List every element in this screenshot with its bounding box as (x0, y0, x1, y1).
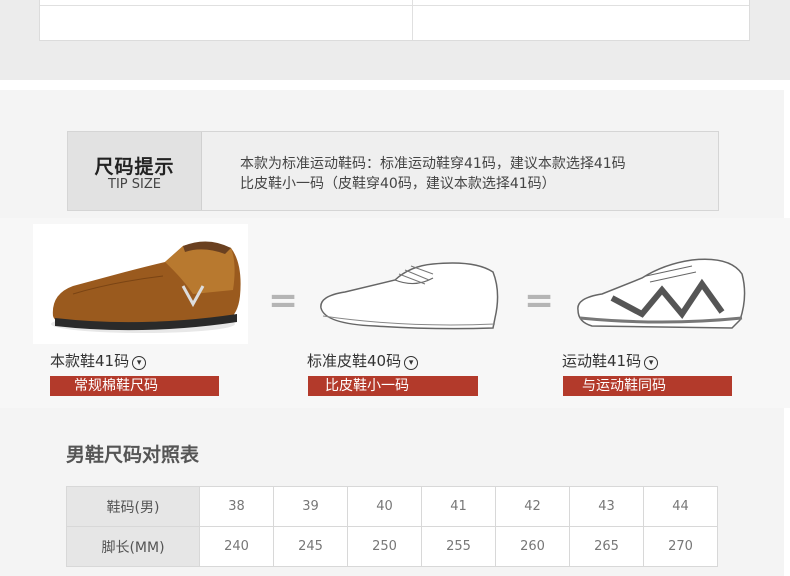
size-cell: 42 (495, 486, 570, 527)
size-chart-title: 男鞋尺码对照表 (66, 444, 200, 466)
size-tag-1: 常规棉鞋尺码 (50, 376, 219, 396)
row-label-size: 鞋码(男) (66, 486, 200, 527)
length-cell: 260 (495, 526, 570, 567)
table-row: 脚长(MM) 240 245 250 255 260 265 270 (66, 526, 718, 567)
size-tag-2: 比皮鞋小一码 (308, 376, 478, 396)
size-cell: 39 (273, 486, 348, 527)
size-cell: 44 (643, 486, 718, 527)
size-tag-3: 与运动鞋同码 (563, 376, 732, 396)
caption-text-2: 标准皮鞋40码 (307, 352, 402, 370)
equals-sign: = (268, 280, 299, 321)
size-cell: 40 (347, 486, 422, 527)
chevron-down-circle-icon: ▾ (404, 356, 419, 370)
table-row: 鞋码(男) 38 39 40 41 42 43 44 (66, 486, 718, 527)
shoe-caption-3: 运动鞋41码 ▾ (562, 350, 659, 371)
top-section (0, 0, 790, 80)
previous-table-fragment (39, 0, 750, 41)
length-cell: 270 (643, 526, 718, 567)
table-column-divider (412, 0, 413, 40)
chevron-down-circle-icon: ▾ (644, 356, 659, 370)
shoe-caption-2: 标准皮鞋40码 ▾ (307, 350, 419, 371)
length-cell: 240 (199, 526, 274, 567)
length-cell: 250 (347, 526, 422, 567)
size-tip-box: 尺码提示 TIP SIZE 本款为标准运动鞋码：标准运动鞋穿41码，建议本款选择… (67, 131, 719, 211)
length-cell: 245 (273, 526, 348, 567)
equals-sign-2: = (524, 280, 555, 321)
tip-label-panel: 尺码提示 TIP SIZE (68, 132, 202, 210)
caption-text-3: 运动鞋41码 (562, 352, 642, 370)
tip-line-1: 本款为标准运动鞋码：标准运动鞋穿41码，建议本款选择41码 (240, 156, 626, 172)
caption-text-1: 本款鞋41码 (50, 352, 130, 370)
tip-line-2: 比皮鞋小一码（皮鞋穿40码，建议本款选择41码） (240, 176, 556, 192)
sneaker-sketch (577, 258, 746, 329)
table-row-divider (40, 5, 749, 6)
tip-subtitle: TIP SIZE (108, 177, 161, 192)
chevron-down-circle-icon: ▾ (132, 356, 147, 370)
length-cell: 265 (569, 526, 644, 567)
dress-shoe-sketch (320, 262, 499, 330)
row-label-length: 脚长(MM) (66, 526, 200, 567)
size-cell: 41 (421, 486, 496, 527)
length-cell: 255 (421, 526, 496, 567)
tip-title: 尺码提示 (94, 156, 175, 178)
size-cell: 43 (569, 486, 644, 527)
size-cell: 38 (199, 486, 274, 527)
product-shoe-image (33, 224, 248, 344)
tip-text: 本款为标准运动鞋码：标准运动鞋穿41码，建议本款选择41码 比皮鞋小一码（皮鞋穿… (240, 154, 626, 194)
size-chart-table: 鞋码(男) 38 39 40 41 42 43 44 脚长(MM) 240 24… (66, 486, 718, 567)
shoe-caption-1: 本款鞋41码 ▾ (50, 350, 147, 371)
